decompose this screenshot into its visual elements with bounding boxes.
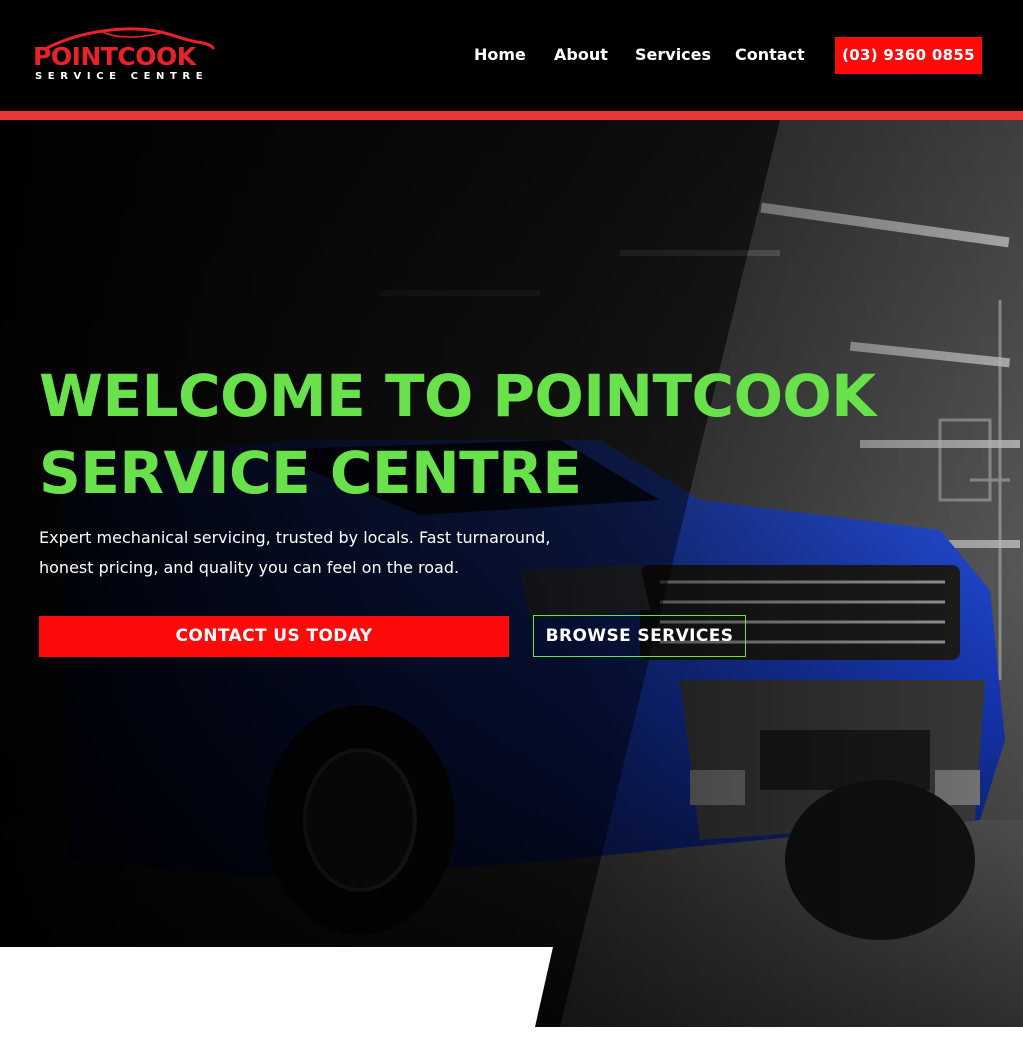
contact-us-button[interactable]: CONTACT US TODAY [39, 616, 509, 657]
browse-services-button[interactable]: BROWSE SERVICES [533, 615, 746, 657]
hero-headline-line2: SERVICE CENTRE [39, 439, 582, 507]
hero-subtext-line2: honest pricing, and quality you can feel… [39, 558, 460, 577]
nav-services-link[interactable]: Services [635, 44, 711, 66]
hero-subtext-line1: Expert mechanical servicing, trusted by … [39, 528, 551, 547]
hero-section: WELCOME TO POINTCOOK SERVICE CENTRE Expe… [0, 120, 1023, 1027]
site-header: POINTCOOK SERVICE CENTRE Home About Serv… [0, 0, 1023, 111]
header-divider [0, 111, 1023, 120]
brand-logo[interactable]: POINTCOOK SERVICE CENTRE [33, 26, 215, 84]
hero-headline-line1: WELCOME TO POINTCOOK [39, 362, 876, 430]
hero-headline: WELCOME TO POINTCOOK SERVICE CENTRE [39, 358, 939, 512]
brand-tagline: SERVICE CENTRE [35, 71, 209, 82]
section-divider-shape [0, 947, 553, 1027]
nav-home-link[interactable]: Home [474, 44, 526, 66]
phone-button[interactable]: (03) 9360 0855 [835, 37, 982, 74]
hero-subtext: Expert mechanical servicing, trusted by … [39, 523, 599, 583]
brand-name: POINTCOOK [33, 42, 196, 71]
nav-about-link[interactable]: About [554, 44, 608, 66]
nav-contact-link[interactable]: Contact [735, 44, 805, 66]
